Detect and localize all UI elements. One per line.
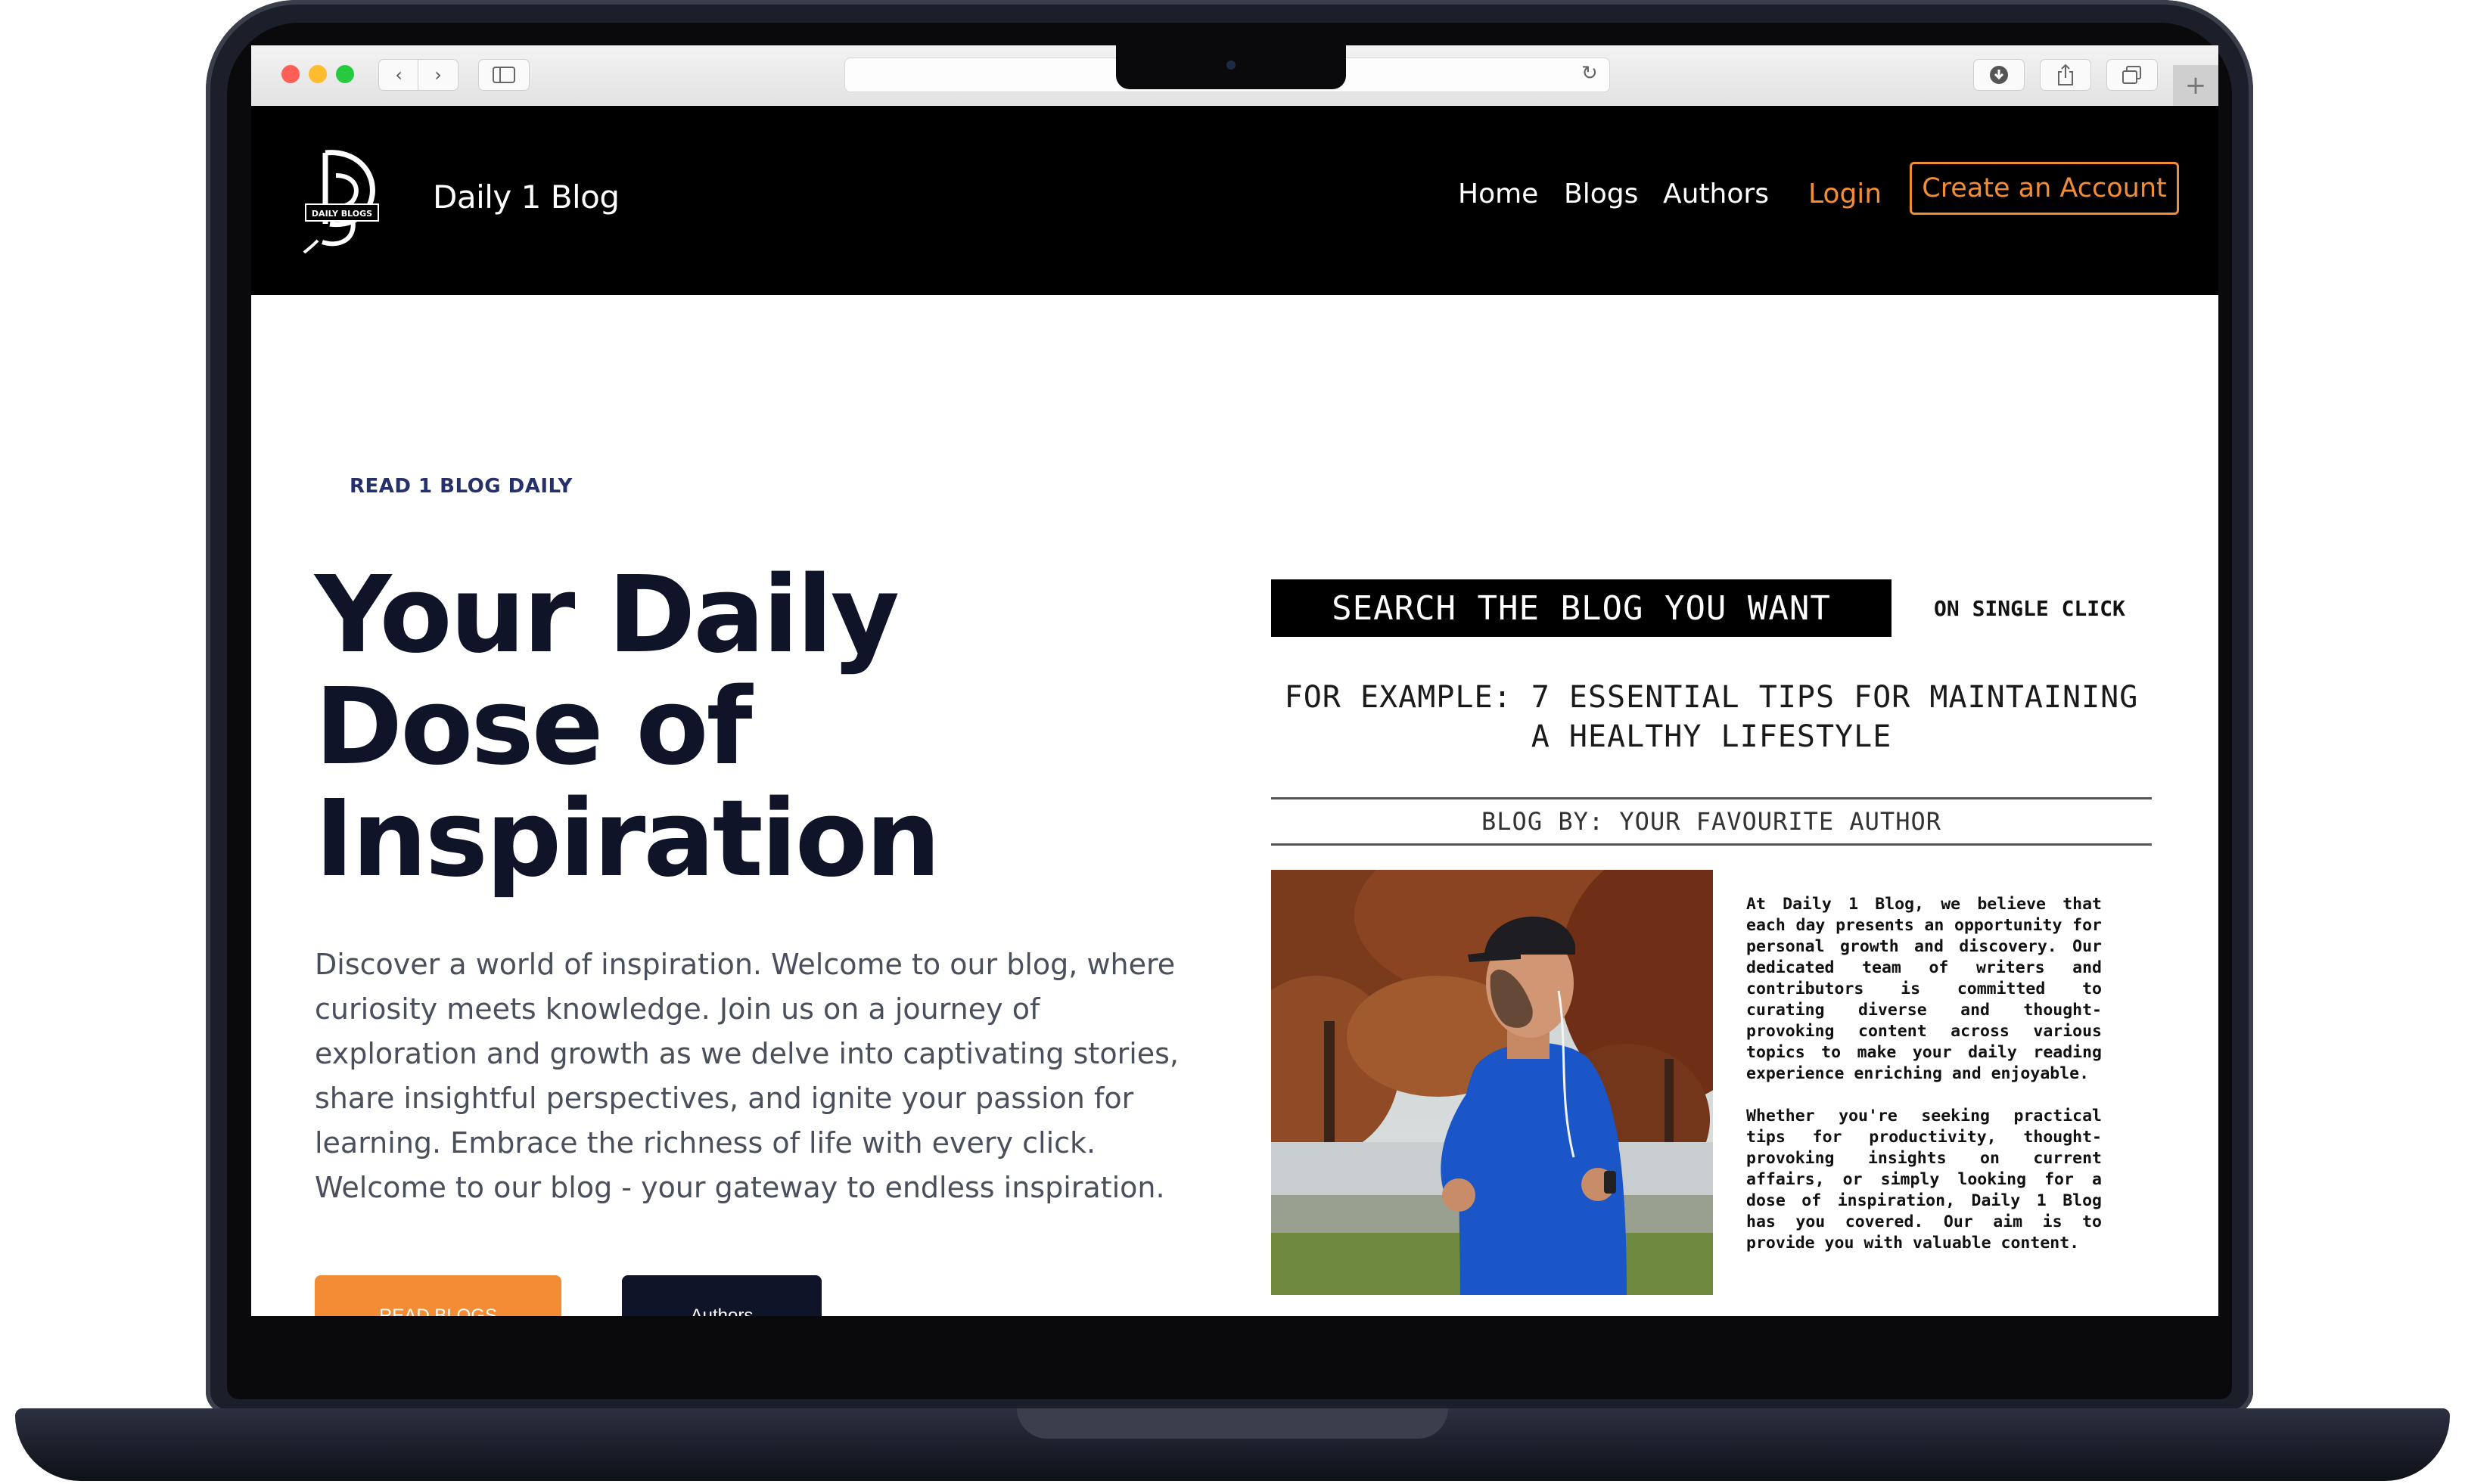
hero-description: Discover a world of inspiration. Welcome… bbox=[315, 948, 1180, 1204]
read-blogs-button[interactable]: READ BLOGS bbox=[315, 1275, 561, 1316]
reload-icon[interactable]: ↻ bbox=[1581, 62, 1598, 85]
close-window-button[interactable] bbox=[281, 65, 300, 83]
download-button[interactable] bbox=[1973, 59, 2025, 91]
chevron-left-icon: ‹ bbox=[395, 64, 403, 85]
new-tab-button[interactable]: + bbox=[2173, 65, 2218, 106]
site-header: DAILY BLOGS Daily 1 Blog Home Blogs Auth… bbox=[251, 106, 2218, 295]
sidebar-icon bbox=[493, 67, 515, 83]
about-paragraph-2: Whether you're seeking practical tips fo… bbox=[1746, 1107, 2102, 1253]
svg-text:DAILY BLOGS: DAILY BLOGS bbox=[312, 209, 372, 219]
fullscreen-window-button[interactable] bbox=[336, 65, 354, 83]
hero-eyebrow: READ 1 BLOG DAILY bbox=[350, 475, 573, 498]
camera-icon bbox=[1226, 61, 1236, 70]
nav-blogs[interactable]: Blogs bbox=[1564, 179, 1638, 210]
blog-byline: BLOG BY: YOUR FAVOURITE AUTHOR bbox=[1271, 797, 2152, 846]
tabs-icon bbox=[2122, 66, 2141, 84]
laptop-base-notch bbox=[1017, 1408, 1448, 1439]
share-button[interactable] bbox=[2040, 59, 2091, 91]
about-text: At Daily 1 Blog, we believe that each da… bbox=[1746, 894, 2102, 1275]
minimize-window-button[interactable] bbox=[309, 65, 327, 83]
nav-login[interactable]: Login bbox=[1808, 179, 1882, 210]
read-blogs-label: READ BLOGS bbox=[378, 1305, 498, 1316]
download-icon bbox=[1990, 66, 2008, 84]
runner-photo bbox=[1271, 870, 1713, 1295]
daily-blogs-logo[interactable]: DAILY BLOGS bbox=[303, 145, 381, 254]
back-button[interactable]: ‹ bbox=[378, 59, 419, 91]
hero-title: Your Daily Dose of Inspiration bbox=[315, 554, 941, 901]
nav-authors[interactable]: Authors bbox=[1663, 179, 1769, 210]
share-icon bbox=[2058, 64, 2073, 85]
single-click-label: ON SINGLE CLICK bbox=[1934, 596, 2125, 621]
create-account-button[interactable]: Create an Account bbox=[1910, 162, 2179, 215]
authors-button-label: Authors bbox=[690, 1305, 754, 1316]
chevron-right-icon: › bbox=[434, 64, 442, 85]
site-brand[interactable]: Daily 1 Blog bbox=[433, 179, 620, 216]
search-blog-banner[interactable]: SEARCH THE BLOG YOU WANT bbox=[1271, 579, 1891, 637]
screen: ‹ › ↻ + DAILY BLOGS Daily 1 Blog Home Bl… bbox=[251, 45, 2218, 1316]
sidebar-toggle-button[interactable] bbox=[478, 59, 530, 91]
tabs-overview-button[interactable] bbox=[2106, 59, 2158, 91]
example-blog-title: FOR EXAMPLE: 7 ESSENTIAL TIPS FOR MAINTA… bbox=[1284, 680, 2139, 754]
about-paragraph-1: At Daily 1 Blog, we believe that each da… bbox=[1746, 895, 2102, 1083]
nav-home[interactable]: Home bbox=[1458, 179, 1538, 210]
camera-notch bbox=[1116, 45, 1346, 89]
forward-button[interactable]: › bbox=[418, 59, 458, 91]
authors-button[interactable]: Authors bbox=[622, 1275, 822, 1316]
